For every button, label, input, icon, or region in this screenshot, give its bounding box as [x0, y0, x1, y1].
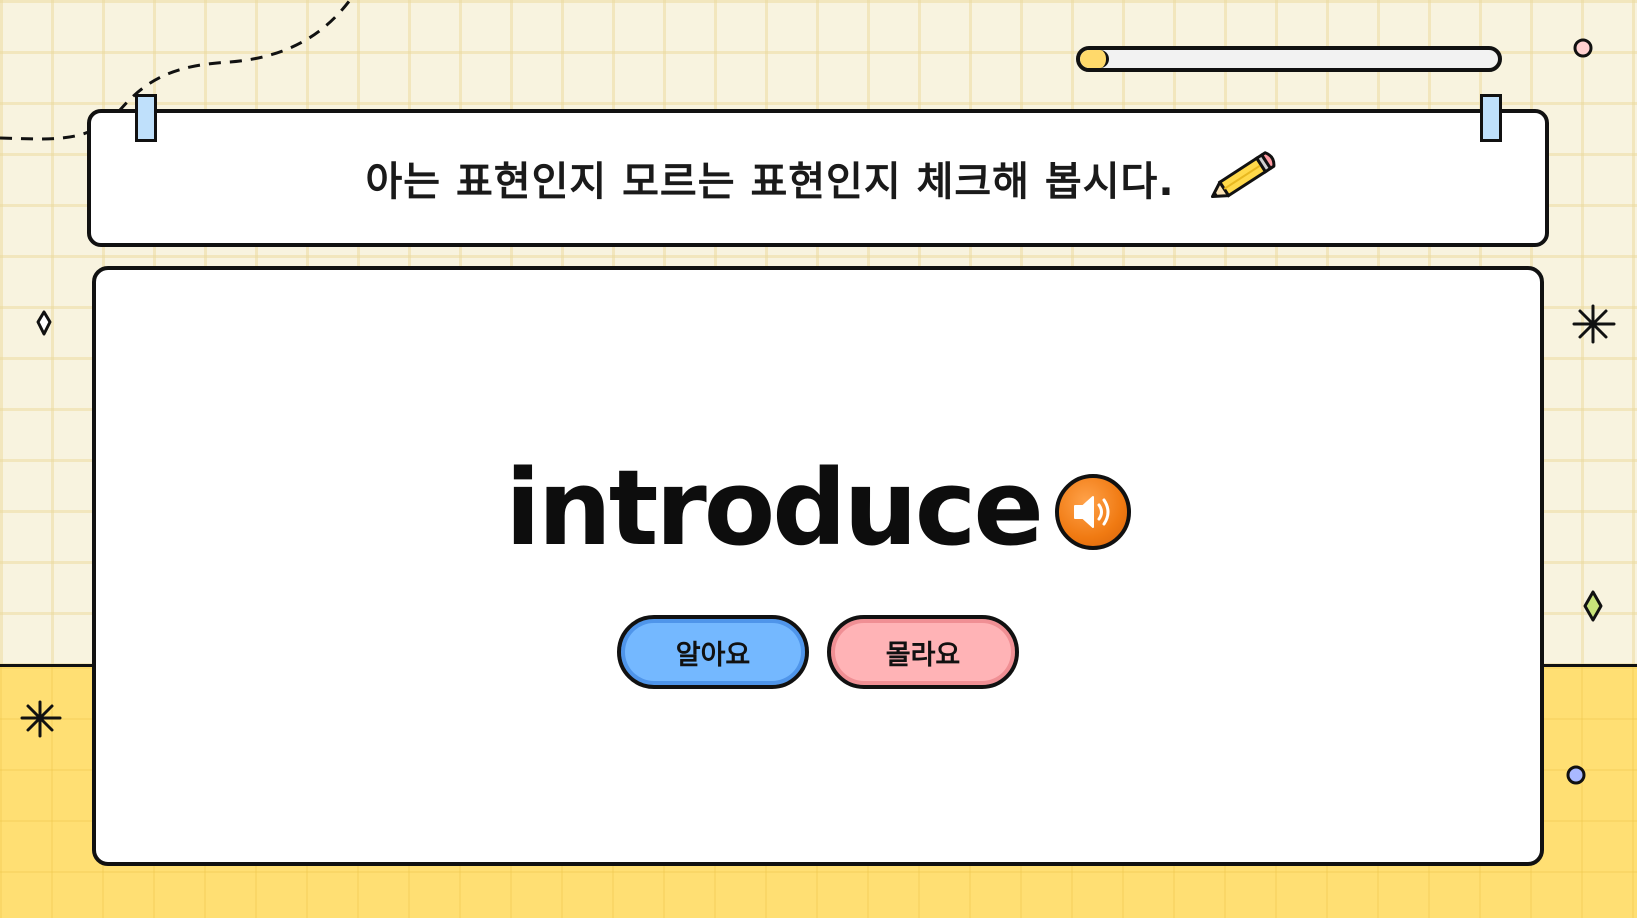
speaker-icon	[1073, 496, 1110, 528]
banner-clip-right	[1480, 94, 1502, 142]
word-row: introduce	[96, 456, 1540, 560]
pencil-icon	[1210, 151, 1275, 199]
small-circle-decoration	[1573, 38, 1593, 58]
sparkle-decoration	[36, 310, 52, 336]
banner-clip-left	[135, 94, 157, 142]
word-card: introduce 알아요 몰라요	[92, 266, 1544, 866]
small-circle-decoration	[1566, 765, 1586, 785]
progress-fill	[1080, 50, 1110, 68]
answer-buttons: 알아요 몰라요	[96, 615, 1540, 689]
know-button[interactable]: 알아요	[617, 615, 809, 689]
instruction-title: 아는 표현인지 모르는 표현인지 체크해 봅시다.	[365, 159, 1175, 205]
vocabulary-word: introduce	[505, 447, 1044, 569]
sparkle-decoration	[1583, 590, 1603, 622]
dont-know-button[interactable]: 몰라요	[827, 615, 1019, 689]
asterisk-decoration	[1572, 304, 1616, 344]
play-audio-button[interactable]	[1054, 474, 1131, 550]
progress-bar	[1076, 46, 1502, 72]
instruction-banner: 아는 표현인지 모르는 표현인지 체크해 봅시다.	[87, 109, 1549, 247]
asterisk-decoration	[20, 700, 62, 738]
